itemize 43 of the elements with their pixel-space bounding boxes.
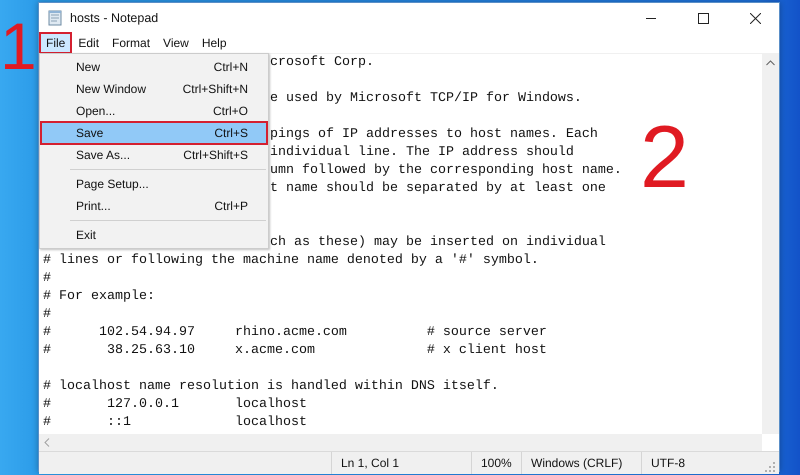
text-line: # For example: xyxy=(43,289,155,304)
text-line: ch as these) may be inserted on individual xyxy=(270,235,606,250)
text-line: # ::1 localhost xyxy=(43,415,307,430)
vertical-scrollbar[interactable] xyxy=(762,54,779,434)
menu-item[interactable]: Save As... Ctrl+Shift+S xyxy=(41,144,267,166)
menu-item[interactable]: Format xyxy=(106,33,156,53)
menu-item[interactable]: View xyxy=(157,33,195,53)
step-number: 2 xyxy=(640,124,689,190)
text-line: # 38.25.63.10 x.acme.com # x client host xyxy=(43,343,547,358)
menu-item[interactable]: Edit xyxy=(72,33,106,53)
text-line: individual line. The IP address should xyxy=(270,145,574,160)
status-text: 100% xyxy=(481,456,512,470)
scroll-up-icon[interactable] xyxy=(766,60,775,66)
notepad-icon xyxy=(47,10,63,26)
text-line: t name should be separated by at least one xyxy=(270,181,606,196)
step-number: 1 xyxy=(0,22,31,71)
text-line: # xyxy=(43,271,51,286)
text-line: e used by Microsoft TCP/IP for Windows. xyxy=(270,91,582,106)
text-line: # localhost name resolution is handled within DNS itself. xyxy=(43,379,499,394)
menu-item[interactable]: New Window Ctrl+Shift+N xyxy=(41,78,267,100)
close-icon[interactable] xyxy=(750,12,760,24)
horizontal-scrollbar[interactable] xyxy=(39,434,762,451)
menu-item[interactable]: Save Ctrl+S xyxy=(41,122,267,144)
menu-item[interactable]: File xyxy=(40,33,72,53)
menu-item[interactable]: Page Setup... xyxy=(41,173,267,195)
text-line: # 102.54.94.97 rhino.acme.com # source server xyxy=(43,325,547,340)
menu-item[interactable]: Print... Ctrl+P xyxy=(41,195,267,217)
status-text: Windows (CRLF) xyxy=(531,456,622,470)
menu-item[interactable]: Help xyxy=(196,33,233,53)
text-line: umn followed by the corresponding host name. xyxy=(270,163,622,178)
window-title: hosts - Notepad xyxy=(70,11,158,25)
menu-item[interactable]: Open... Ctrl+O xyxy=(41,100,267,122)
text-line: pings of IP addresses to host names. Each xyxy=(270,127,598,142)
text-line: crosoft Corp. xyxy=(270,55,374,70)
menu-item[interactable]: Exit xyxy=(41,224,267,246)
menu-item[interactable]: New Ctrl+N xyxy=(41,56,267,78)
maximize-icon[interactable] xyxy=(698,12,708,24)
status-text: Ln 1, Col 1 xyxy=(341,456,400,470)
text-line: # 127.0.0.1 localhost xyxy=(43,397,307,412)
text-line: # lines or following the machine name denoted by a '#' symbol. xyxy=(43,253,539,268)
resize-grip-icon[interactable] xyxy=(765,462,775,472)
text-line: # xyxy=(43,307,51,322)
status-text: UTF-8 xyxy=(651,456,685,470)
